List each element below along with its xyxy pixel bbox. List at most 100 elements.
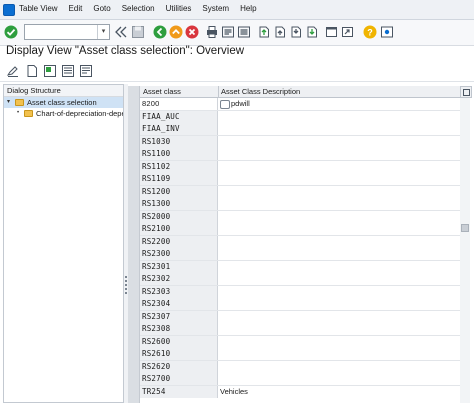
cell-asset-class[interactable]: RS1109 xyxy=(140,173,218,185)
cell-asset-class[interactable]: RS2304 xyxy=(140,298,218,310)
cell-asset-class[interactable]: RS2100 xyxy=(140,223,218,235)
back-icon[interactable] xyxy=(153,25,167,39)
value-help-icon[interactable] xyxy=(220,99,230,109)
sap-window-icon[interactable] xyxy=(3,4,15,16)
table-row[interactable]: RS2610 xyxy=(140,348,460,361)
table-row[interactable]: RS1100 xyxy=(140,148,460,161)
table-row[interactable]: RS1109 xyxy=(140,173,460,186)
cell-description[interactable] xyxy=(218,198,460,210)
tree-node-chart-of-depreciation[interactable]: • Chart-of-depreciation-depende xyxy=(4,108,123,119)
cell-description[interactable] xyxy=(218,123,460,135)
cell-asset-class[interactable]: FIAA_AUC xyxy=(140,110,218,123)
table-row[interactable]: RS2304 xyxy=(140,298,460,311)
cell-asset-class[interactable]: RS2600 xyxy=(140,335,218,348)
cell-description[interactable] xyxy=(218,260,460,273)
cell-asset-class[interactable]: RS2302 xyxy=(140,273,218,285)
cell-asset-class[interactable]: RS1030 xyxy=(140,135,218,148)
menu-edit[interactable]: Edit xyxy=(69,4,83,13)
cell-asset-class[interactable]: RS2200 xyxy=(140,235,218,248)
cell-description[interactable]: Vehicles xyxy=(218,385,460,398)
save-icon[interactable] xyxy=(131,25,145,39)
column-header-asset-class[interactable]: Asset class xyxy=(143,87,181,97)
cell-description[interactable] xyxy=(218,160,460,173)
table-row[interactable]: RS1200 xyxy=(140,185,460,198)
cell-asset-class[interactable]: RS1100 xyxy=(140,148,218,160)
command-field[interactable]: ▾ xyxy=(24,24,110,40)
cell-asset-class[interactable]: RS1200 xyxy=(140,185,218,198)
help-icon[interactable]: ? xyxy=(363,25,377,39)
scrollbar-thumb[interactable] xyxy=(461,224,469,232)
new-entries-icon[interactable] xyxy=(25,64,39,78)
cell-description[interactable] xyxy=(218,285,460,298)
cell-asset-class[interactable]: RS1300 xyxy=(140,198,218,210)
cell-asset-class[interactable]: RS2307 xyxy=(140,310,218,323)
print-icon[interactable] xyxy=(205,25,219,39)
cell-asset-class[interactable]: RS2610 xyxy=(140,348,218,360)
cell-description[interactable] xyxy=(218,148,460,160)
display-change-icon[interactable] xyxy=(6,64,20,78)
table-row[interactable]: RS2100 xyxy=(140,223,460,236)
cell-description[interactable] xyxy=(218,210,460,223)
table-row[interactable]: RS2301 xyxy=(140,260,460,273)
cell-description[interactable] xyxy=(218,310,460,323)
table-row[interactable]: RS2200 xyxy=(140,235,460,248)
menu-system[interactable]: System xyxy=(202,4,229,13)
cell-description[interactable] xyxy=(218,173,460,185)
table-row[interactable]: RS2302 xyxy=(140,273,460,286)
select-block-icon[interactable] xyxy=(61,64,75,78)
cell-description[interactable] xyxy=(218,223,460,235)
enter-check-icon[interactable] xyxy=(4,25,18,39)
cell-description[interactable] xyxy=(218,298,460,310)
cell-description[interactable]: pdwill xyxy=(218,98,460,110)
next-page-icon[interactable] xyxy=(289,25,303,39)
find-next-icon[interactable] xyxy=(237,25,251,39)
table-row[interactable]: RS2600 xyxy=(140,335,460,348)
cell-asset-class[interactable]: RS2000 xyxy=(140,210,218,223)
menu-utilities[interactable]: Utilities xyxy=(166,4,192,13)
deselect-all-icon[interactable] xyxy=(79,64,93,78)
table-row[interactable]: RS2620 xyxy=(140,360,460,373)
table-row[interactable]: 8200 pdwill xyxy=(140,98,460,111)
vertical-scrollbar[interactable] xyxy=(460,98,470,403)
table-row[interactable]: RS2303 xyxy=(140,285,460,298)
table-row[interactable]: RS1300 xyxy=(140,198,460,211)
cell-asset-class[interactable]: FIAA_INV xyxy=(140,123,218,135)
table-row[interactable]: TR254 Vehicles xyxy=(140,385,460,398)
previous-page-icon[interactable] xyxy=(273,25,287,39)
cell-description[interactable] xyxy=(218,135,460,148)
cell-description[interactable] xyxy=(218,373,460,385)
table-row[interactable]: RS2700 xyxy=(140,373,460,386)
menu-table-view[interactable]: Table View xyxy=(19,4,58,13)
row-selector-column[interactable] xyxy=(128,86,140,403)
select-all-icon[interactable] xyxy=(43,64,57,78)
table-row[interactable]: FIAA_AUC xyxy=(140,110,460,123)
cell-asset-class[interactable]: RS2620 xyxy=(140,360,218,373)
cell-description[interactable] xyxy=(218,248,460,260)
find-icon[interactable] xyxy=(221,25,235,39)
customize-layout-icon[interactable] xyxy=(380,25,394,39)
cell-description[interactable] xyxy=(218,348,460,360)
cell-description[interactable] xyxy=(218,273,460,285)
column-header-description[interactable]: Asset Class Description xyxy=(221,87,300,97)
cell-description[interactable] xyxy=(218,185,460,198)
cell-description[interactable] xyxy=(218,335,460,348)
cell-asset-class[interactable]: TR254 xyxy=(140,385,218,398)
cell-asset-class[interactable]: RS2700 xyxy=(140,373,218,385)
menu-goto[interactable]: Goto xyxy=(93,4,110,13)
cell-asset-class[interactable]: 8200 xyxy=(140,98,218,110)
table-row[interactable]: RS1102 xyxy=(140,160,460,173)
table-row[interactable]: RS2300 xyxy=(140,248,460,261)
shortcut-icon[interactable] xyxy=(341,25,355,39)
column-separator[interactable] xyxy=(218,86,219,98)
cell-asset-class[interactable]: RS2308 xyxy=(140,323,218,335)
first-page-icon[interactable] xyxy=(257,25,271,39)
exit-icon[interactable] xyxy=(169,25,183,39)
tree-expand-icon[interactable]: ▾ xyxy=(7,97,10,108)
cancel-icon[interactable] xyxy=(185,25,199,39)
double-chevron-left-icon[interactable] xyxy=(114,25,128,39)
cell-description[interactable] xyxy=(218,235,460,248)
cell-description[interactable] xyxy=(218,110,460,123)
splitter-grip-icon[interactable] xyxy=(125,276,127,294)
command-dropdown-icon[interactable]: ▾ xyxy=(97,25,109,39)
table-settings-button[interactable] xyxy=(460,86,472,98)
